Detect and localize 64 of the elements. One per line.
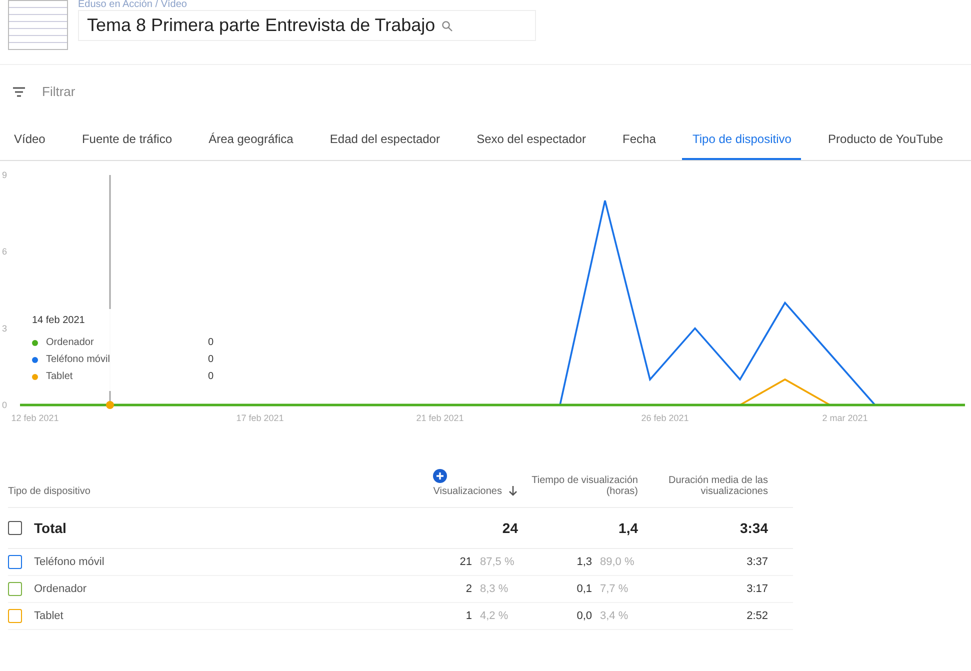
video-title: Tema 8 Primera parte Entrevista de Trabajo [87,15,436,36]
percentage-text: 7,7 % [600,583,630,595]
table-cell: 2 [466,583,472,595]
tooltip-value: 0 [208,354,215,365]
tooltip-value: 0 [208,371,215,382]
tooltip-label: Teléfono móvil [46,354,111,365]
table-cell: 3:34 [740,520,768,536]
tab[interactable]: Fuente de tráfico [72,122,182,160]
tooltip-label: Ordenador [46,337,95,348]
tooltip-value: 0 [208,337,215,348]
search-icon[interactable] [441,20,454,32]
percentage-text: 89,0 % [600,556,636,568]
column-header[interactable]: Visualizaciones [433,486,502,497]
y-axis-label: 3 [2,323,8,334]
table-cell: Teléfono móvil [34,556,104,568]
percentage-text: 3,4 % [600,610,630,622]
tab[interactable]: Producto de YouTube [818,122,953,160]
hover-point [106,401,114,409]
x-axis-label: 17 feb 2021 [236,413,284,423]
table-cell: 21 [460,556,472,568]
tab[interactable]: Vídeo [4,122,56,160]
column-header: Tipo de dispositivo [8,486,92,497]
percentage-text: 87,5 % [480,556,516,568]
x-axis-label: 26 feb 2021 [641,413,689,423]
x-axis-label: 21 feb 2021 [416,413,464,423]
table-cell: 0,1 [576,583,592,595]
legend-dot [32,340,38,346]
table-cell: 1,4 [618,520,638,536]
table-cell: Ordenador [34,583,87,595]
video-thumbnail [8,0,68,50]
table-cell: 3:17 [746,583,768,595]
legend-dot [32,374,38,380]
filter-icon[interactable] [12,86,26,98]
x-axis-label: 12 feb 2021 [11,413,59,423]
table-cell: Tablet [34,610,64,622]
percentage-text: 4,2 % [480,610,510,622]
legend-dot [32,356,38,362]
checkbox[interactable] [8,555,22,569]
table-cell: 2:52 [746,610,768,622]
table-cell: Total [34,520,66,536]
y-axis-label: 0 [2,400,8,410]
tab[interactable]: Tipo de dispositivo [682,122,802,160]
checkbox[interactable] [8,609,22,623]
tab[interactable]: Área geográfica [198,122,304,160]
table-cell: 1 [466,610,472,622]
tooltip-label: Tablet [46,371,74,382]
checkbox[interactable] [8,582,22,596]
tooltip-date: 14 feb 2021 [32,315,86,326]
percentage-text: 8,3 % [480,583,510,595]
table-cell: 24 [502,520,518,536]
table-cell: 1,3 [576,556,592,568]
tab[interactable]: Fecha [612,122,666,160]
tab[interactable]: Edad del espectador [320,122,450,160]
x-axis-label: 2 mar 2021 [822,413,868,423]
tab[interactable]: Sexo del espectador [466,122,596,160]
table-cell: 0,0 [576,610,592,622]
sort-arrow-icon[interactable] [508,485,518,497]
y-axis-label: 6 [2,246,8,257]
column-header: Tiempo de visualización (horas) [530,475,638,497]
add-icon[interactable] [433,469,448,483]
column-header: Duración media de las visualizaciones [668,475,768,497]
table-cell: 3:37 [746,556,768,568]
y-axis-label: 9 [2,170,8,180]
checkbox[interactable] [8,521,22,535]
